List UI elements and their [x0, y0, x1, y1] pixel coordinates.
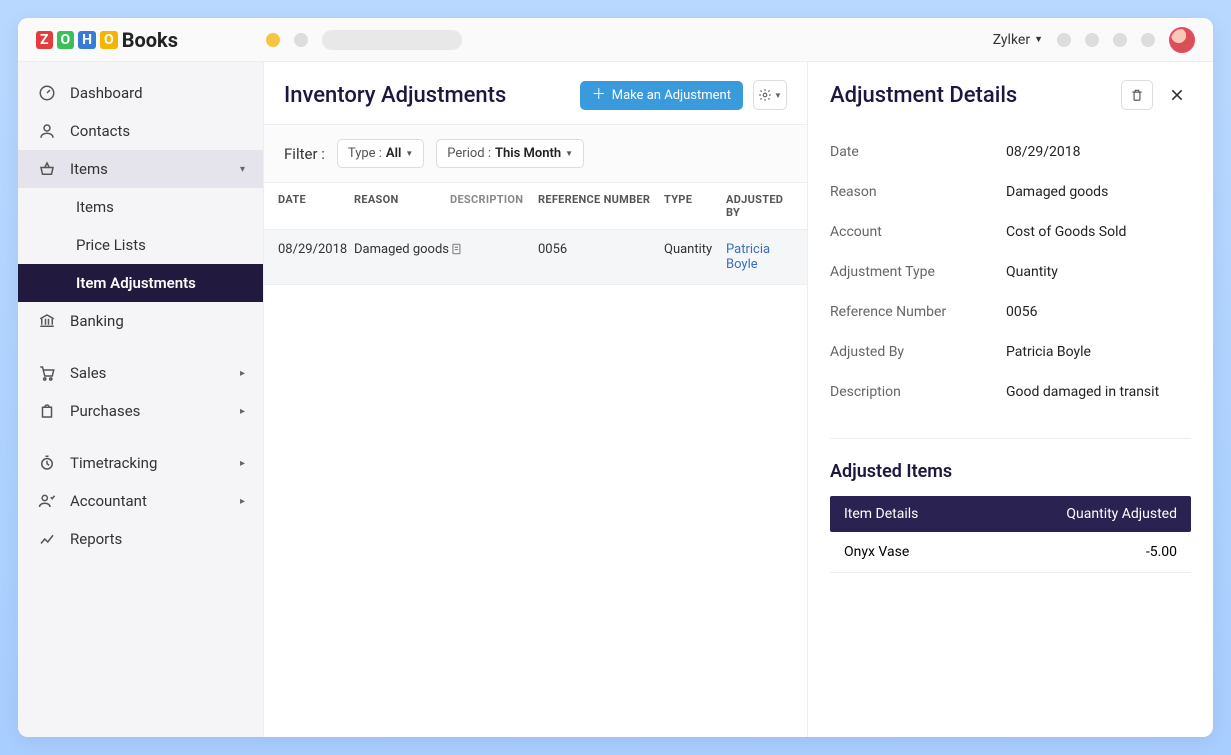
- filter-type-dropdown[interactable]: Type : All ▼: [337, 139, 424, 168]
- adjusted-items-title: Adjusted Items: [830, 438, 1191, 482]
- chevron-right-icon: ▸: [240, 496, 245, 507]
- basket-icon: [38, 160, 56, 178]
- chart-icon: [38, 530, 56, 548]
- plus-icon: ＋: [592, 88, 606, 102]
- topbar: ZOHO Books Zylker ▼: [18, 18, 1213, 62]
- close-icon: [1169, 87, 1185, 103]
- items-table-row: Onyx Vase -5.00: [830, 532, 1191, 573]
- sidebar-item-banking[interactable]: Banking: [18, 302, 263, 340]
- topbar-dot: [1057, 33, 1071, 47]
- chevron-down-icon: ▼: [565, 149, 573, 158]
- table-row[interactable]: 08/29/2018 Damaged goods 0056 Quantity P…: [264, 230, 807, 285]
- gauge-icon: [38, 84, 56, 102]
- chevron-down-icon: ▼: [774, 91, 782, 100]
- accountant-icon: [38, 492, 56, 510]
- chevron-right-icon: ▸: [240, 406, 245, 417]
- note-icon: [450, 242, 538, 272]
- sidebar: Dashboard Contacts Items ▾ Items Price L…: [18, 62, 264, 737]
- filter-label: Filter :: [284, 145, 325, 163]
- gear-icon: [758, 88, 772, 102]
- filter-bar: Filter : Type : All ▼ Period : This Mont…: [264, 125, 807, 183]
- close-button[interactable]: [1163, 81, 1191, 109]
- brand-name: Books: [122, 28, 178, 52]
- chevron-down-icon: ▼: [1034, 34, 1043, 45]
- avatar[interactable]: [1169, 27, 1195, 53]
- sidebar-item-items[interactable]: Items ▾: [18, 150, 263, 188]
- sidebar-item-dashboard[interactable]: Dashboard: [18, 74, 263, 112]
- table-header: DATE REASON DESCRIPTION REFERENCE NUMBER…: [264, 183, 807, 230]
- chevron-down-icon: ▾: [240, 164, 245, 175]
- logo: ZOHO Books: [36, 28, 178, 52]
- detail-title: Adjustment Details: [830, 83, 1111, 108]
- topbar-dot: [1113, 33, 1127, 47]
- sidebar-sub-items[interactable]: Items: [18, 188, 263, 226]
- detail-panel: Adjustment Details Date08/29/2018 Reason…: [808, 62, 1213, 737]
- sidebar-item-purchases[interactable]: Purchases ▸: [18, 392, 263, 430]
- sidebar-sub-price-lists[interactable]: Price Lists: [18, 226, 263, 264]
- chevron-right-icon: ▸: [240, 368, 245, 379]
- sidebar-item-timetracking[interactable]: Timetracking ▸: [18, 444, 263, 482]
- org-switcher[interactable]: Zylker ▼: [993, 32, 1043, 48]
- chevron-down-icon: ▼: [405, 149, 413, 158]
- items-table-header: Item Details Quantity Adjusted: [830, 496, 1191, 532]
- sidebar-item-accountant[interactable]: Accountant ▸: [18, 482, 263, 520]
- chevron-right-icon: ▸: [240, 458, 245, 469]
- list-header: Inventory Adjustments ＋ Make an Adjustme…: [264, 62, 807, 125]
- list-panel: Inventory Adjustments ＋ Make an Adjustme…: [264, 62, 808, 737]
- filter-period-dropdown[interactable]: Period : This Month ▼: [436, 139, 584, 168]
- bank-icon: [38, 312, 56, 330]
- bag-icon: [38, 402, 56, 420]
- topbar-dot: [1141, 33, 1155, 47]
- trash-icon: [1130, 88, 1144, 102]
- topbar-dot: [1085, 33, 1099, 47]
- window-dot: [266, 33, 280, 47]
- user-icon: [38, 122, 56, 140]
- stopwatch-icon: [38, 454, 56, 472]
- app-window: ZOHO Books Zylker ▼ Dashboard Contacts: [18, 18, 1213, 737]
- cart-icon: [38, 364, 56, 382]
- window-dot: [294, 33, 308, 47]
- sidebar-item-contacts[interactable]: Contacts: [18, 112, 263, 150]
- sidebar-item-reports[interactable]: Reports: [18, 520, 263, 558]
- settings-dropdown-button[interactable]: ▼: [753, 80, 787, 110]
- page-title: Inventory Adjustments: [284, 83, 570, 108]
- placeholder-pill: [322, 30, 462, 50]
- detail-header: Adjustment Details: [830, 80, 1191, 110]
- delete-button[interactable]: [1121, 80, 1153, 110]
- sidebar-sub-item-adjustments[interactable]: Item Adjustments: [18, 264, 263, 302]
- sidebar-item-sales[interactable]: Sales ▸: [18, 354, 263, 392]
- make-adjustment-button[interactable]: ＋ Make an Adjustment: [580, 81, 743, 110]
